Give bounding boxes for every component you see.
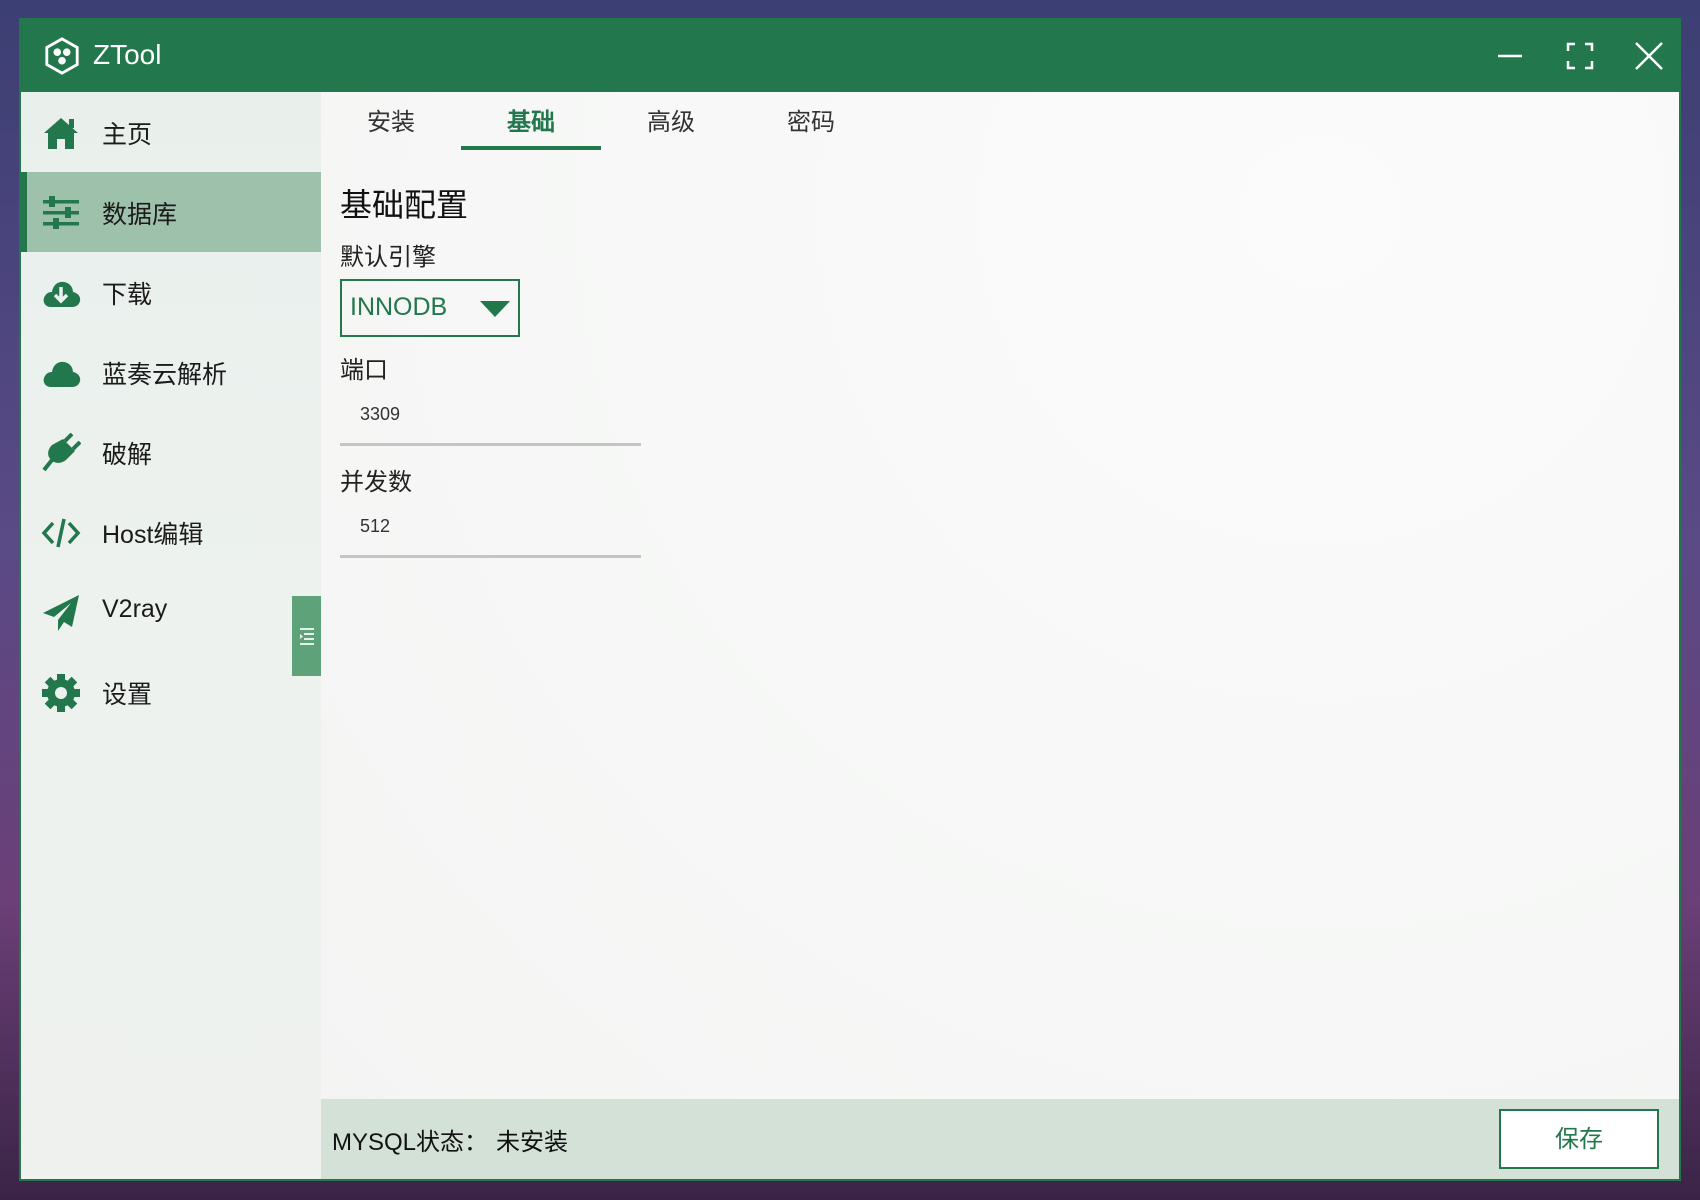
concurrency-value: 512 [360,516,391,536]
sidebar-item-home[interactable]: 主页 [21,92,321,172]
port-field-underline [340,443,641,446]
collapse-menu-icon [300,628,314,645]
code-icon [41,518,81,548]
sidebar-item-label: 主页 [102,121,153,149]
active-tab-indicator [461,146,601,150]
tab-basic[interactable]: 基础 [461,102,601,150]
paper-plane-icon [43,595,79,631]
app-logo-icon [45,37,79,75]
sliders-icon [43,196,79,229]
title-bar[interactable]: ZTool [21,20,1679,92]
concurrency-label: 并发数 [340,468,412,496]
port-value: 3309 [360,404,401,424]
app-title: ZTool [93,39,162,70]
sidebar-item-label: 设置 [102,681,153,709]
sidebar-item-label: 下载 [102,281,153,309]
plug-icon [42,433,81,472]
cloud-icon [43,361,81,387]
main-content: 安装 基础 高级 密码 基础配置 默认引擎 INNODB 端口 3309 并发数… [321,92,1679,1179]
maximize-icon[interactable] [1564,40,1596,72]
sidebar-item-lanzou[interactable]: 蓝奏云解析 [21,332,321,412]
sidebar-item-label: V2ray [102,595,168,623]
tab-install[interactable]: 安装 [321,102,461,150]
sidebar: 主页 数据库 下载 蓝奏云解析 破解 Host编辑 V2ray 设置 [21,92,321,1179]
sidebar-collapse-handle[interactable] [292,596,321,676]
gear-icon [42,674,80,712]
close-icon[interactable] [1633,40,1665,72]
app-window: ZTool 主页 数据库 下载 蓝奏云解析 破解 Host编辑 V2ray 设置… [19,18,1681,1181]
sidebar-item-label: 蓝奏云解析 [102,361,228,389]
engine-label: 默认引擎 [340,243,436,271]
concurrency-field-underline [340,555,641,558]
port-field[interactable]: 3309 [340,392,641,446]
minimize-icon[interactable] [1494,40,1526,72]
mysql-status-label: MYSQL状态： [332,1129,489,1156]
sidebar-item-label: 数据库 [102,201,178,229]
port-label: 端口 [340,356,388,384]
sidebar-item-label: 破解 [102,441,153,469]
tab-advanced[interactable]: 高级 [601,102,741,150]
sidebar-item-host-edit[interactable]: Host编辑 [21,492,321,572]
sidebar-item-settings[interactable]: 设置 [21,652,321,732]
sidebar-item-label: Host编辑 [102,521,204,549]
home-icon [44,118,78,149]
section-title: 基础配置 [340,186,469,224]
engine-select-value: INNODB [350,293,448,321]
sidebar-item-crack[interactable]: 破解 [21,412,321,492]
sidebar-item-v2ray[interactable]: V2ray [21,572,321,652]
sidebar-item-database[interactable]: 数据库 [21,172,321,252]
cloud-download-icon [43,281,81,307]
engine-select[interactable]: INNODB [340,279,520,337]
status-bar: MYSQL状态： 未安装 保存 [321,1099,1679,1179]
tab-password[interactable]: 密码 [741,102,881,150]
mysql-status-value: 未安装 [496,1128,568,1156]
sidebar-item-download[interactable]: 下载 [21,252,321,332]
chevron-down-icon [480,301,510,317]
save-button[interactable]: 保存 [1499,1109,1659,1169]
concurrency-field[interactable]: 512 [340,504,641,558]
